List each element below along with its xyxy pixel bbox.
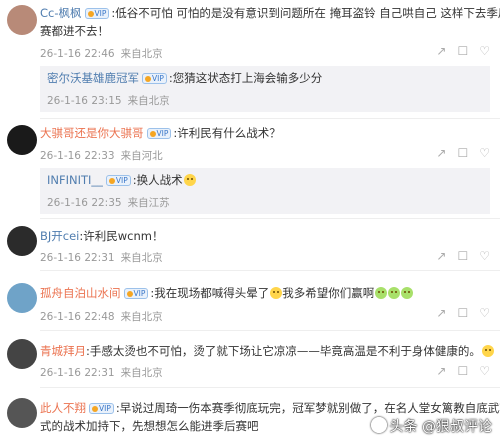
- vip-badge: VIP: [89, 403, 114, 414]
- avatar[interactable]: [7, 125, 37, 155]
- reply-box: INFINITI__ VIP:换人战术 26-1-16 22:35 来自江苏: [40, 168, 490, 214]
- like-icon[interactable]: ♡: [479, 146, 490, 160]
- dizzy-emoji-icon: [270, 287, 283, 299]
- username[interactable]: Cc-枫枫: [40, 6, 82, 20]
- comment-meta: 26-1-16 22:33 来自河北: [40, 150, 163, 162]
- comment-actions: ↗ ☐ ♡: [425, 249, 490, 263]
- vip-badge: VIP: [142, 73, 167, 84]
- reply-text: :换人战术: [132, 173, 183, 187]
- comment-text-cont: 赛都进不去！: [40, 24, 109, 38]
- comment-text: :低谷不可怕 可怕的是没有意识到问题所在 掩耳盗铃 自己哄自己 这样下去季后: [111, 6, 500, 20]
- comment-meta: 26-1-16 22:46 来自北京: [40, 48, 163, 60]
- divider: [40, 118, 500, 119]
- emoji-icon: [401, 287, 414, 299]
- share-icon[interactable]: ↗: [436, 249, 446, 263]
- emoji-icon: [388, 287, 401, 299]
- username[interactable]: 孤舟自泊山水间: [40, 286, 121, 300]
- vip-badge: VIP: [105, 175, 131, 186]
- comment-meta: 26-1-16 22:48 来自北京: [40, 311, 163, 323]
- comment-icon[interactable]: ☐: [457, 44, 468, 58]
- comment-actions: ↗ ☐ ♡: [425, 306, 490, 320]
- like-icon[interactable]: ♡: [479, 306, 490, 320]
- like-icon[interactable]: ♡: [479, 44, 490, 58]
- reply-username[interactable]: 密尔沃基雄鹿冠军: [47, 71, 139, 85]
- avatar[interactable]: [7, 226, 37, 256]
- avatar[interactable]: [7, 5, 37, 35]
- divider: [40, 218, 500, 219]
- username[interactable]: 此人不翔: [40, 401, 86, 415]
- toutiao-logo-icon: [370, 417, 387, 433]
- comment-text: :早说过周琦一伤本赛季彻底玩完，冠军梦就别做了，在名人堂女篱教自底武功: [115, 401, 500, 415]
- username[interactable]: 青城拜月: [40, 344, 86, 358]
- comment-meta: 26-1-16 22:31 来自北京: [40, 367, 163, 379]
- comment-icon[interactable]: ☐: [457, 306, 468, 320]
- divider: [40, 387, 500, 388]
- vip-badge: VIP: [146, 128, 172, 139]
- emoji-icon: [375, 287, 388, 299]
- username[interactable]: BJ开cei: [40, 229, 79, 243]
- avatar[interactable]: [7, 398, 37, 428]
- watermark: 头条 @狠叔评论: [370, 416, 492, 436]
- emoji-icon: [183, 174, 196, 186]
- reply-box: 密尔沃基雄鹿冠军 VIP:您猜这状态打上海会输多少分 26-1-16 23:15 来…: [40, 66, 490, 112]
- comment-actions: ↗ ☐ ♡: [425, 44, 490, 58]
- comment-icon[interactable]: ☐: [457, 364, 468, 378]
- like-icon[interactable]: ♡: [479, 364, 490, 378]
- comment-icon[interactable]: ☐: [457, 146, 468, 160]
- comment-text: :许利民有什么战术？: [173, 126, 281, 140]
- reply-text: :您猜这状态打上海会输多少分: [168, 71, 323, 85]
- comment-actions: ↗ ☐ ♡: [425, 364, 490, 378]
- avatar[interactable]: [7, 283, 37, 313]
- username[interactable]: 大骐哥还是你大骐哥: [40, 126, 144, 140]
- comment-text: :许利民wcnm！: [79, 229, 164, 243]
- comment-actions: ↗ ☐ ♡: [425, 146, 490, 160]
- vip-badge: VIP: [84, 8, 110, 19]
- comment-text: :手感太烫也不可怕，烫了就下场让它凉凉——毕竟高温是不利于身体健康的。: [86, 344, 481, 358]
- comment-text-b: 我多希望你们赢啊: [282, 286, 375, 300]
- share-icon[interactable]: ↗: [436, 146, 446, 160]
- share-icon[interactable]: ↗: [436, 364, 446, 378]
- comment-text-cont: 式的战术加持下，先想想怎么能进季后赛吧: [40, 419, 259, 433]
- reply-meta: 26-1-16 22:35 来自江苏: [47, 197, 170, 209]
- share-icon[interactable]: ↗: [436, 44, 446, 58]
- reply-meta: 26-1-16 23:15 来自北京: [47, 95, 170, 107]
- comment-text: :我在现场都喊得头晕了: [150, 286, 270, 300]
- share-icon[interactable]: ↗: [436, 306, 446, 320]
- emoji-icon: [481, 345, 494, 357]
- comment-icon[interactable]: ☐: [457, 249, 468, 263]
- avatar[interactable]: [7, 339, 37, 369]
- like-icon[interactable]: ♡: [479, 249, 490, 263]
- divider: [40, 330, 500, 331]
- reply-username[interactable]: INFINITI__: [47, 173, 103, 187]
- vip-badge: VIP: [123, 288, 149, 299]
- comment-meta: 26-1-16 22:31 来自北京: [40, 252, 163, 264]
- divider: [40, 270, 500, 271]
